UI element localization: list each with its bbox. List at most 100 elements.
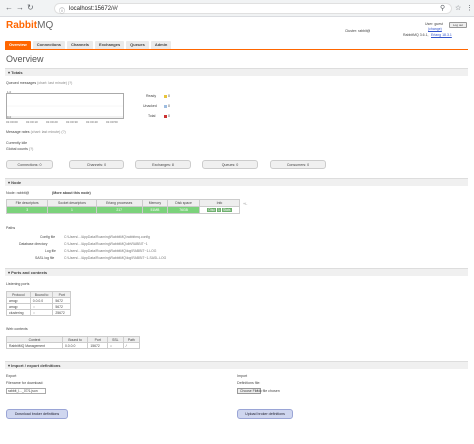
- ports-section-header[interactable]: ▾ Ports and contexts: [5, 268, 468, 276]
- tab-admin[interactable]: Admin: [150, 41, 172, 49]
- total-swatch: [164, 114, 167, 118]
- queued-hint[interactable]: (chart: last minute) (?): [37, 81, 72, 85]
- node-section-header[interactable]: ▾ Node: [5, 178, 468, 186]
- legend-total-value: 0: [164, 114, 170, 118]
- info-icon[interactable]: ⓘ: [59, 6, 65, 15]
- path-name: Config file: [40, 235, 56, 239]
- col-info: Info: [198, 199, 241, 207]
- cluster-label: Cluster: rabbit@: [345, 29, 371, 33]
- column-toggle[interactable]: +/-: [243, 202, 247, 206]
- path-row-database: Database directory: [19, 242, 47, 246]
- user-label: User: guest: [425, 22, 443, 26]
- more-about-node-link[interactable]: (More about this node): [52, 191, 91, 195]
- chart-grid: [7, 105, 123, 118]
- collapse-icon[interactable]: ▾: [8, 70, 10, 75]
- ready-value: 0: [168, 94, 170, 98]
- browser-toolbar: ← → ↻ ⓘ localhost:15672/#/ ⚲ ☆ ⋮: [0, 0, 474, 17]
- ports-title: Ports and contexts: [11, 270, 48, 275]
- node-title: Node: [11, 180, 22, 185]
- total-value: 0: [168, 114, 170, 118]
- socket-descriptors-value: 1: [47, 206, 97, 214]
- path-value: C:\Users\...\AppData\Roaming\RabbitMQ\db…: [64, 242, 148, 246]
- upload-definitions-button[interactable]: Upload broker definitions: [237, 409, 293, 419]
- import-export-section-header[interactable]: ▾ Import / export definitions: [5, 361, 468, 369]
- forward-icon[interactable]: →: [16, 4, 24, 12]
- legend-unacked-value: 0: [164, 104, 170, 108]
- message-rates-label: Message rates (chart: last minute) (?): [6, 130, 66, 134]
- info-tag-stats: Stats: [221, 208, 232, 212]
- erlang-link[interactable]: Erlang 18.3.1: [431, 33, 452, 37]
- collapse-icon[interactable]: ▾: [8, 363, 10, 368]
- global-counts-hint[interactable]: (?): [29, 147, 33, 151]
- reload-icon[interactable]: ↻: [27, 4, 34, 12]
- main-tabs: Overview Connections Channels Exchanges …: [5, 41, 172, 49]
- info-tags: Disc 1 Stats: [198, 206, 241, 214]
- filename-input[interactable]: rabbit_l..._07/1.json: [6, 388, 46, 394]
- col-socket-descriptors: Socket descriptors: [47, 199, 97, 207]
- legend-total-label: Total: [148, 114, 156, 118]
- back-icon[interactable]: ←: [5, 4, 13, 12]
- collapse-icon[interactable]: ▾: [8, 270, 10, 275]
- col-disk-space: Disk space: [167, 199, 200, 207]
- currently-idle: Currently idle: [6, 141, 28, 145]
- exchanges-count-button[interactable]: Exchanges: 8: [135, 160, 191, 169]
- path-row-config: Config file: [40, 235, 55, 239]
- totals-section-header[interactable]: ▾ Totals: [5, 68, 468, 76]
- menu-icon[interactable]: ⋮: [466, 4, 473, 12]
- search-icon[interactable]: ⚲: [440, 4, 445, 12]
- channels-count-button[interactable]: Channels: 0: [69, 160, 124, 169]
- protocol-cell: clustering: [6, 309, 31, 316]
- path-row-sasl: SASL log file: [35, 256, 54, 260]
- path-value: C:\Users\...\AppData\Roaming\RabbitMQ\lo…: [64, 256, 167, 260]
- x-tick: 01:00:20: [46, 120, 58, 124]
- message-rates-hint[interactable]: (chart: last minute) (?): [31, 130, 66, 134]
- connections-count-button[interactable]: Connections: 0: [6, 160, 53, 169]
- tab-connections[interactable]: Connections: [32, 41, 66, 49]
- tab-exchanges[interactable]: Exchanges: [95, 41, 125, 49]
- global-counts-label: Global counts (?): [6, 147, 33, 151]
- unacked-swatch: [164, 104, 167, 108]
- star-icon[interactable]: ☆: [455, 4, 461, 12]
- x-tick: 01:00:40: [86, 120, 98, 124]
- filename-label: Filename for download:: [6, 381, 44, 385]
- web-contexts-label: Web contexts: [6, 327, 28, 331]
- address-bar[interactable]: ⓘ localhost:15672/#/: [54, 3, 452, 15]
- erlang-processes-value: 217: [95, 206, 143, 214]
- port-cell: 15672: [87, 342, 109, 349]
- tab-overview[interactable]: Overview: [5, 41, 31, 49]
- col-file-descriptors: File descriptors: [5, 199, 49, 207]
- change-user-link[interactable]: (change): [428, 27, 442, 31]
- global-counts-text: Global counts: [6, 147, 28, 151]
- tab-channels[interactable]: Channels: [67, 41, 94, 49]
- queues-count-button[interactable]: Queues: 0: [202, 160, 258, 169]
- path-cell: /: [122, 342, 141, 349]
- disk-space-value: 76GB: [167, 206, 200, 214]
- totals-title: Totals: [11, 70, 23, 75]
- web-contexts-table: Context Bound to Port SSL Path RabbitMQ …: [6, 336, 141, 349]
- rabbitmq-logo[interactable]: RabbitMQ: [6, 20, 53, 31]
- tab-queues[interactable]: Queues: [126, 41, 149, 49]
- url-text: localhost:15672/#/: [69, 6, 118, 12]
- path-value: C:\Users\...\AppData\Roaming\RabbitMQ\ra…: [64, 235, 150, 239]
- y-axis-bottom: 0.0: [7, 115, 12, 119]
- consumers-count-button[interactable]: Consumers: 0: [270, 160, 326, 169]
- path-name: SASL log file: [35, 256, 55, 260]
- collapse-icon[interactable]: ▾: [8, 180, 10, 185]
- node-name-label: Node: rabbit@: [6, 191, 30, 195]
- table-row: clustering :: 25672: [6, 309, 71, 316]
- queued-messages-label: Queued messages (chart: last minute) (?): [6, 81, 72, 85]
- x-tick: 01:00:00: [6, 120, 18, 124]
- x-tick: 01:00:10: [26, 120, 38, 124]
- ssl-cell: ○: [107, 342, 124, 349]
- port-cell: 25672: [52, 309, 71, 316]
- x-tick: 01:00:30: [66, 120, 78, 124]
- logout-button[interactable]: Log out: [449, 22, 467, 28]
- download-definitions-button[interactable]: Download broker definitions: [6, 409, 68, 419]
- node-stats-table: File descriptors Socket descriptors Erla…: [5, 199, 241, 214]
- context-cell: RabbitMQ Management: [6, 342, 63, 349]
- queued-messages-chart: [6, 93, 124, 119]
- legend-ready-label: Ready: [146, 94, 157, 98]
- page-title: Overview: [6, 54, 44, 64]
- path-value: C:\Users\...\AppData\Roaming\RabbitMQ\lo…: [64, 249, 157, 253]
- logo-text: Rabbit: [6, 20, 38, 31]
